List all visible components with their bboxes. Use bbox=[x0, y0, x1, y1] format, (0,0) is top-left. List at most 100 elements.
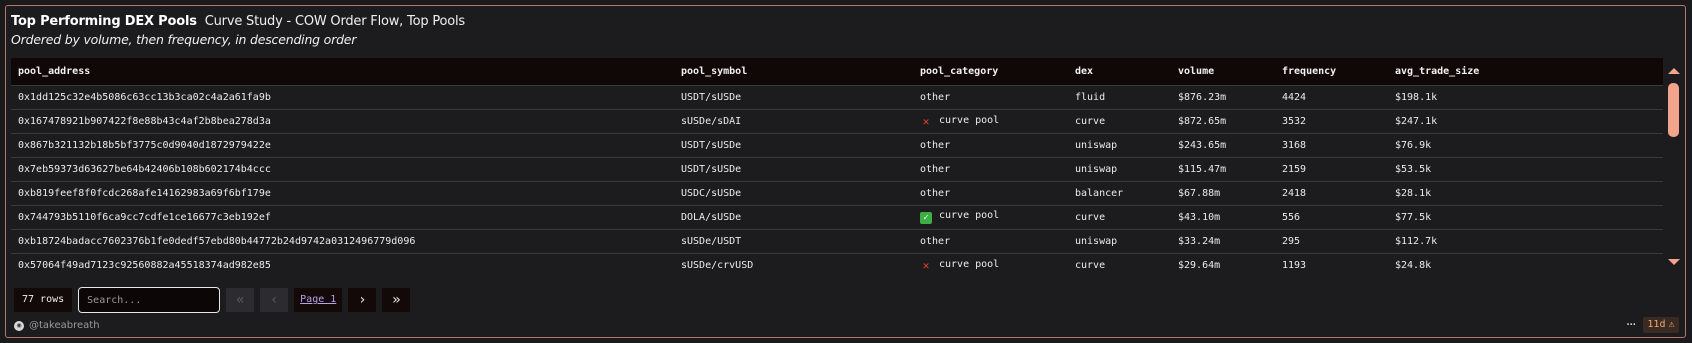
cell-avg-trade-size: $77.5k bbox=[1388, 205, 1663, 229]
cell-dex: balancer bbox=[1068, 181, 1171, 205]
cell-dex: curve bbox=[1068, 253, 1171, 276]
column-header-pool-symbol[interactable]: pool_symbol bbox=[674, 58, 913, 86]
cell-text: curve bbox=[1075, 115, 1106, 127]
cell-text: $53.5k bbox=[1395, 163, 1432, 175]
cell-text: $198.1k bbox=[1395, 91, 1438, 103]
cell-text: 2418 bbox=[1282, 187, 1307, 199]
panel-subtitle[interactable]: Curve Study - COW Order Flow, Top Pools bbox=[205, 14, 465, 29]
scroll-up-arrow-icon[interactable] bbox=[1668, 68, 1680, 74]
results-table-container: pool_address pool_symbol pool_category dex v… bbox=[11, 58, 1663, 276]
cell-text: 0x167478921b907422f8e88b43c4af2b8bea278d… bbox=[18, 115, 271, 127]
cell-text: 0x1dd125c32e4b5086c63cc13b3ca02c4a2a61fa… bbox=[18, 91, 271, 103]
table-row: 0x744793b5110f6ca9cc7cdfe1ce16677c3eb192… bbox=[11, 205, 1663, 229]
x-mark-icon: ✕ bbox=[922, 258, 930, 272]
panel-description: Ordered by volume, then frequency, in de… bbox=[11, 32, 357, 47]
cell-text: 3168 bbox=[1282, 139, 1307, 151]
pagination-bar: 77 rows « ‹ Page 1 › » bbox=[14, 287, 411, 313]
cell-avg-trade-size: $112.7k bbox=[1388, 229, 1663, 253]
column-header-avg-trade-size[interactable]: avg_trade_size bbox=[1388, 58, 1663, 86]
cell-pool-address: 0x867b321132b18b5bf3775c0d9040d187297942… bbox=[11, 133, 674, 157]
cell-volume: $115.47m bbox=[1171, 157, 1275, 181]
cell-volume: $33.24m bbox=[1171, 229, 1275, 253]
table-scrollbar[interactable] bbox=[1667, 68, 1681, 268]
cell-text: other bbox=[920, 139, 951, 151]
panel-footer: ◉ @takeabreath bbox=[14, 320, 100, 331]
cell-avg-trade-size: $247.1k bbox=[1388, 109, 1663, 133]
cell-frequency: 295 bbox=[1275, 229, 1388, 253]
cell-text: USDT/sUSDe bbox=[681, 139, 742, 151]
cell-text: 1193 bbox=[1282, 259, 1307, 271]
cell-pool-category: other bbox=[913, 157, 1068, 181]
cell-text: USDT/sUSDe bbox=[681, 91, 742, 103]
cell-volume: $67.88m bbox=[1171, 181, 1275, 205]
scroll-thumb[interactable] bbox=[1668, 83, 1679, 137]
cell-pool-symbol: USDT/sUSDe bbox=[674, 85, 913, 109]
cell-text: 4424 bbox=[1282, 91, 1307, 103]
cell-pool-address: 0x7eb59373d63627be64b42406b108b602174b4c… bbox=[11, 157, 674, 181]
column-header-frequency[interactable]: frequency bbox=[1275, 58, 1388, 86]
author-handle[interactable]: @takeabreath bbox=[29, 320, 100, 331]
cell-text: $67.88m bbox=[1178, 187, 1221, 199]
previous-page-button[interactable]: ‹ bbox=[260, 288, 289, 312]
cell-dex: uniswap bbox=[1068, 133, 1171, 157]
cell-text: curve pool bbox=[939, 210, 1000, 221]
column-header-dex[interactable]: dex bbox=[1068, 58, 1171, 86]
x-mark-icon: ✕ bbox=[922, 114, 930, 128]
cell-text: other bbox=[920, 163, 951, 175]
search-input[interactable] bbox=[78, 287, 221, 313]
cell-pool-category: ✓ curve pool bbox=[913, 205, 1068, 229]
scroll-down-arrow-icon[interactable] bbox=[1668, 259, 1680, 265]
more-options-icon[interactable]: ··· bbox=[1626, 318, 1636, 333]
column-header-volume[interactable]: volume bbox=[1171, 58, 1275, 86]
cell-text: curve bbox=[1075, 259, 1106, 271]
cell-dex: curve bbox=[1068, 205, 1171, 229]
cell-text: $77.5k bbox=[1395, 211, 1432, 223]
cell-text: curve pool bbox=[939, 114, 1000, 126]
cell-pool-category: ✕ curve pool bbox=[913, 253, 1068, 276]
table-row: 0x1dd125c32e4b5086c63cc13b3ca02c4a2a61fa… bbox=[11, 85, 1663, 109]
cell-text: 556 bbox=[1282, 211, 1301, 223]
title-line: Top Performing DEX Pools Curve Study - C… bbox=[11, 14, 465, 29]
cell-text: 295 bbox=[1282, 235, 1301, 247]
column-header-pool-address[interactable]: pool_address bbox=[11, 58, 674, 86]
cell-pool-symbol: sUSDe/crvUSD bbox=[674, 253, 913, 276]
cell-frequency: 2418 bbox=[1275, 181, 1388, 205]
cell-text: 0xb18724badacc7602376b1fe0dedf57ebd80b44… bbox=[18, 235, 416, 247]
cell-text: uniswap bbox=[1075, 163, 1118, 175]
cell-dex: fluid bbox=[1068, 85, 1171, 109]
cell-frequency: 3532 bbox=[1275, 109, 1388, 133]
cell-dex: uniswap bbox=[1068, 229, 1171, 253]
cell-text: 0x7eb59373d63627be64b42406b108b602174b4c… bbox=[18, 163, 271, 175]
cell-pool-address: 0xb18724badacc7602376b1fe0dedf57ebd80b44… bbox=[11, 229, 674, 253]
cell-frequency: 1193 bbox=[1275, 253, 1388, 276]
cell-text: 3532 bbox=[1282, 115, 1307, 127]
cell-frequency: 4424 bbox=[1275, 85, 1388, 109]
cell-pool-category: ✕ curve pool bbox=[913, 109, 1068, 133]
cell-text: uniswap bbox=[1075, 139, 1118, 151]
cell-volume: $43.10m bbox=[1171, 205, 1275, 229]
cell-text: sUSDe/sDAI bbox=[681, 115, 742, 127]
cell-text: uniswap bbox=[1075, 235, 1118, 247]
cell-pool-address: 0x1dd125c32e4b5086c63cc13b3ca02c4a2a61fa… bbox=[11, 85, 674, 109]
cell-text: other bbox=[920, 187, 951, 199]
cell-dex: uniswap bbox=[1068, 157, 1171, 181]
cell-text: fluid bbox=[1075, 91, 1106, 103]
panel-title: Top Performing DEX Pools bbox=[11, 14, 197, 29]
cell-volume: $872.65m bbox=[1171, 109, 1275, 133]
cell-pool-address: 0x57064f49ad7123c92560882a45518374ad982e… bbox=[11, 253, 674, 276]
cell-text: sUSDe/USDT bbox=[681, 235, 742, 247]
next-page-button[interactable]: › bbox=[348, 288, 377, 312]
current-page-label[interactable]: Page 1 bbox=[294, 288, 343, 312]
table-row: 0xb18724badacc7602376b1fe0dedf57ebd80b44… bbox=[11, 229, 1663, 253]
result-age-badge[interactable]: 11d ⚠ bbox=[1643, 317, 1679, 333]
last-page-button[interactable]: » bbox=[382, 288, 411, 312]
cell-text: other bbox=[920, 235, 951, 247]
first-page-button[interactable]: « bbox=[226, 288, 255, 312]
cell-avg-trade-size: $76.9k bbox=[1388, 133, 1663, 157]
cell-text: curve bbox=[1075, 211, 1106, 223]
cell-text: $112.7k bbox=[1395, 235, 1438, 247]
table-row: 0x867b321132b18b5bf3775c0d9040d187297942… bbox=[11, 133, 1663, 157]
warning-icon: ⚠ bbox=[1668, 319, 1675, 330]
author-avatar-icon[interactable]: ◉ bbox=[14, 320, 24, 331]
column-header-pool-category[interactable]: pool_category bbox=[913, 58, 1068, 86]
